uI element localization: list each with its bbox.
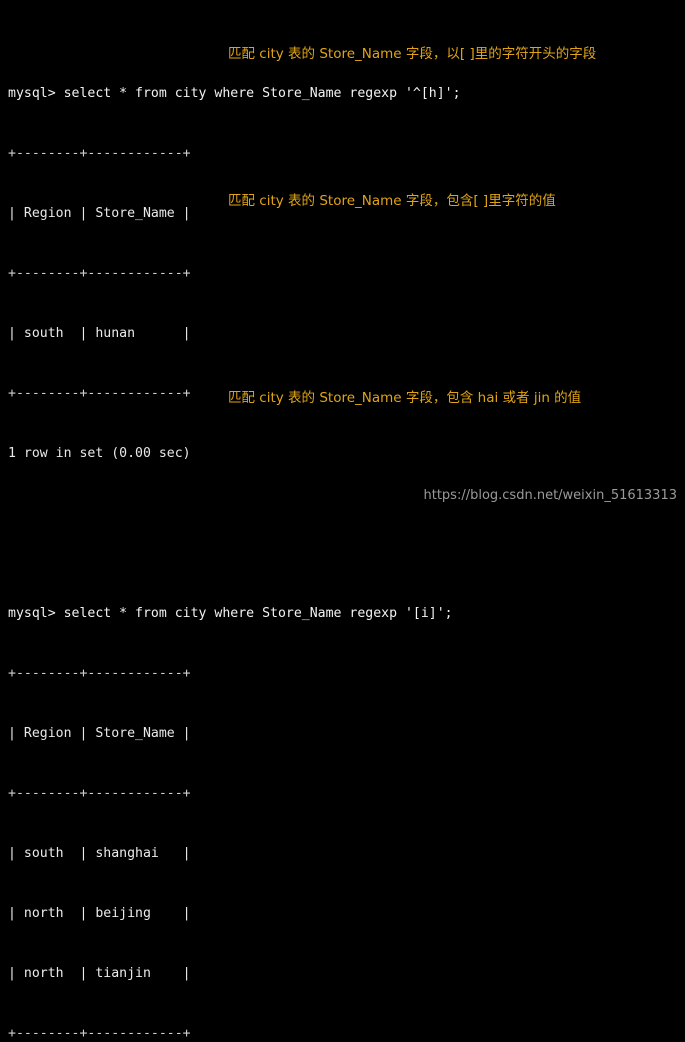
result-status: 1 row in set (0.00 sec) — [8, 446, 191, 461]
table-mid-rule: +--------+------------+ — [8, 786, 191, 801]
watermark-url: https://blog.csdn.net/weixin_51613313 — [423, 488, 677, 503]
table-header-row: | Region | Store_Name | — [8, 206, 191, 221]
command-line: mysql> select * from city where Store_Na… — [8, 606, 453, 621]
table-row: | south | shanghai | — [8, 846, 191, 861]
command-line: mysql> select * from city where Store_Na… — [8, 86, 461, 101]
table-top-rule: +--------+------------+ — [8, 666, 191, 681]
table-mid-rule: +--------+------------+ — [8, 266, 191, 281]
table-top-rule: +--------+------------+ — [8, 146, 191, 161]
table-header-row: | Region | Store_Name | — [8, 726, 191, 741]
table-bottom-rule: +--------+------------+ — [8, 1026, 191, 1041]
table-row: | north | beijing | — [8, 906, 191, 921]
terminal-console-output[interactable]: mysql> select * from city where Store_Na… — [8, 4, 461, 1042]
terminal-window[interactable]: mysql> select * from city where Store_Na… — [0, 0, 685, 1041]
table-row: | north | tianjin | — [8, 966, 191, 981]
table-bottom-rule: +--------+------------+ — [8, 386, 191, 401]
table-row: | south | hunan | — [8, 326, 191, 341]
